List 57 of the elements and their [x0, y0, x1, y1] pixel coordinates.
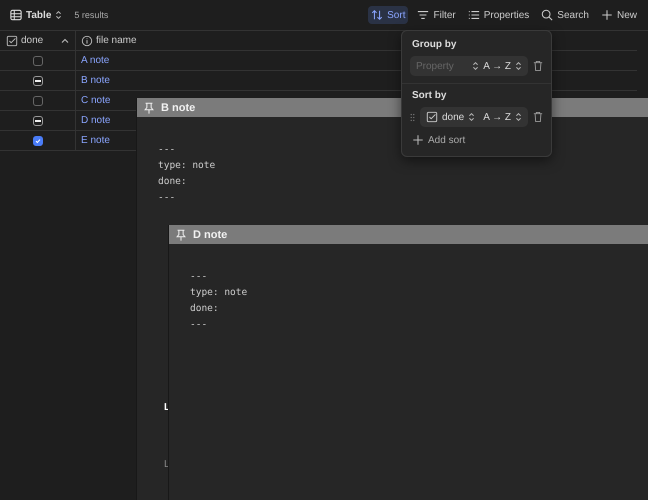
table-icon — [10, 9, 22, 21]
file-link[interactable]: E note — [81, 135, 110, 146]
code-line: type: note — [158, 159, 216, 173]
code-line: done: — [158, 175, 188, 189]
section-title: Sort by — [412, 90, 448, 101]
code-line: --- — [190, 270, 208, 284]
search-icon — [541, 9, 554, 21]
file-link[interactable]: A note — [81, 55, 110, 66]
sort-selector[interactable]: done A → Z — [420, 107, 528, 127]
dash-icon — [34, 120, 40, 122]
dash-icon — [34, 80, 40, 82]
pin-icon — [143, 102, 155, 114]
section-title: Group by — [412, 39, 458, 50]
checkbox-icon — [6, 34, 18, 46]
code-line: done: — [190, 302, 220, 316]
chevron-updown-icon — [468, 112, 476, 122]
checkbox[interactable] — [32, 116, 42, 126]
properties-button[interactable]: Properties — [464, 6, 532, 24]
sort-icon — [371, 9, 384, 21]
code-line: --- — [190, 318, 208, 332]
result-count: 5 results — [74, 10, 108, 20]
window-title-bar[interactable]: D note — [169, 225, 648, 244]
view-switcher[interactable]: Table — [10, 9, 62, 21]
checkbox[interactable] — [32, 136, 42, 146]
sort-button[interactable]: Sort — [368, 6, 408, 24]
checkbox[interactable] — [32, 76, 42, 86]
chevron-updown-icon — [515, 61, 522, 71]
chevron-updown-icon — [55, 10, 62, 20]
filter-button[interactable]: Filter — [414, 6, 459, 24]
code-line: --- — [158, 143, 176, 157]
filter-icon — [417, 9, 430, 21]
checkbox[interactable] — [32, 56, 42, 66]
drag-handle-icon[interactable] — [410, 112, 415, 122]
column-header[interactable]: file name — [96, 35, 137, 46]
pin-icon — [175, 228, 187, 240]
list-icon — [468, 9, 480, 21]
add-sort-button[interactable]: Add sort — [412, 134, 466, 146]
column-header[interactable]: done — [21, 35, 44, 46]
plus-icon — [600, 9, 613, 21]
trash-icon[interactable] — [533, 60, 543, 72]
checkbox-icon — [426, 111, 438, 123]
file-link[interactable]: C note — [81, 95, 110, 106]
trash-icon[interactable] — [533, 111, 543, 123]
info-icon — [81, 34, 93, 46]
file-link[interactable]: D note — [81, 115, 110, 126]
code-line: --- — [158, 191, 176, 205]
caret-up-icon — [61, 38, 69, 44]
code-line: type: note — [190, 286, 248, 300]
checkbox[interactable] — [32, 96, 42, 106]
search-button[interactable]: Search — [538, 6, 592, 24]
plus-icon — [412, 134, 424, 146]
window-title: D note — [193, 228, 228, 240]
file-link[interactable]: B note — [81, 75, 110, 86]
chevron-updown-icon — [472, 61, 480, 71]
new-button[interactable]: New — [598, 6, 640, 24]
window-title: B note — [161, 102, 196, 114]
chevron-updown-icon — [515, 112, 522, 122]
